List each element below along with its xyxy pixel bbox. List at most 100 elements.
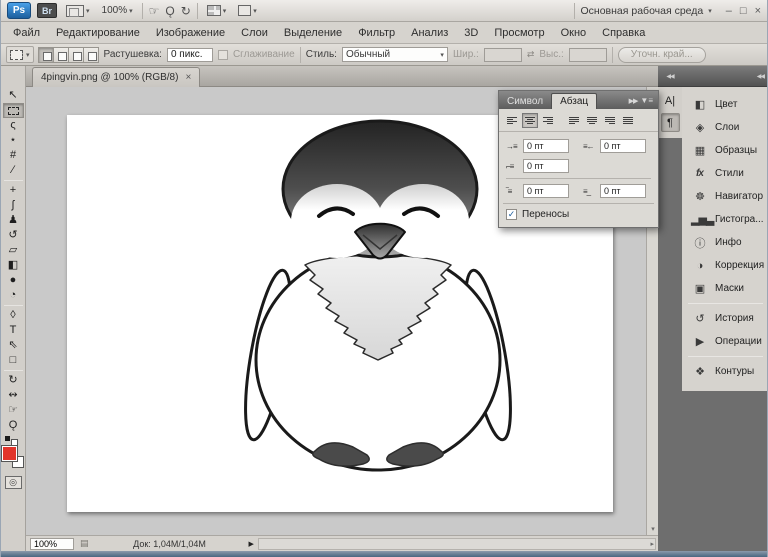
subtract-selection-button[interactable]	[68, 47, 84, 63]
menu-layers[interactable]: Слои	[233, 24, 276, 42]
panel-button-masks[interactable]: ▣ Маски	[682, 277, 768, 300]
width-input[interactable]	[484, 48, 522, 62]
indent-firstline-input[interactable]	[523, 159, 569, 173]
antialias-checkbox[interactable]	[218, 50, 228, 60]
align-right-button[interactable]	[540, 113, 556, 128]
menu-help[interactable]: Справка	[594, 24, 653, 42]
zoom-tool-icon[interactable]: Ǫ	[165, 5, 174, 17]
panel-menu-icon[interactable]: ▼≡	[640, 96, 658, 109]
bridge-button[interactable]: Br	[37, 3, 57, 18]
justify-last-right-button[interactable]	[602, 113, 618, 128]
3d-orbit-tool[interactable]: ↭	[3, 388, 24, 403]
quick-mask-button[interactable]: ◎	[5, 476, 22, 489]
hyphenate-checkbox[interactable]: ✓	[506, 209, 517, 220]
intersect-selection-button[interactable]	[83, 47, 99, 63]
strip-header[interactable]: ◀◀	[658, 66, 682, 87]
menu-select[interactable]: Выделение	[276, 24, 350, 42]
status-flyout-arrow-icon[interactable]: ▶	[249, 540, 254, 548]
space-before-input[interactable]	[523, 184, 569, 198]
clone-stamp-tool[interactable]: ♟	[3, 213, 24, 228]
foreground-color-swatch[interactable]	[2, 446, 17, 461]
document-tab[interactable]: 4pingvin.png @ 100% (RGB/8) ×	[32, 67, 200, 87]
dock-header[interactable]: ◀◀	[682, 66, 768, 87]
3d-rotate-tool[interactable]: ↻	[3, 373, 24, 388]
blur-tool[interactable]: ●	[3, 273, 24, 288]
refine-edge-button[interactable]: Уточн. край...	[618, 47, 706, 63]
paragraph-panel-button[interactable]: ¶	[661, 113, 680, 132]
menu-view[interactable]: Просмотр	[486, 24, 552, 42]
panel-button-actions[interactable]: ▶ Операции	[682, 330, 768, 353]
panel-button-color[interactable]: ◧ Цвет	[682, 93, 768, 116]
hand-tool[interactable]: ☞	[3, 403, 24, 418]
panel-button-styles[interactable]: fx Стили	[682, 162, 768, 185]
type-tool[interactable]: T	[3, 323, 24, 338]
character-panel-button[interactable]: A|	[661, 91, 680, 110]
collapse-panel-icon[interactable]: ▶▶	[629, 97, 641, 109]
panel-button-paths[interactable]: ❖ Контуры	[682, 360, 768, 383]
rotate-view-icon[interactable]: ↻	[181, 5, 191, 17]
indent-left-input[interactable]	[523, 139, 569, 153]
history-brush-tool[interactable]: ↺	[3, 228, 24, 243]
justify-all-button[interactable]	[620, 113, 636, 128]
view-extras-button[interactable]: ▾	[63, 4, 93, 18]
arrange-documents-button[interactable]: ▾	[204, 4, 230, 17]
scroll-right-icon[interactable]: ▸	[650, 540, 654, 548]
add-selection-button[interactable]	[53, 47, 69, 63]
menu-file[interactable]: Файл	[5, 24, 48, 42]
zoom-level-dropdown[interactable]: 100% ▾	[99, 4, 136, 17]
move-tool[interactable]: ↖	[3, 88, 24, 103]
panel-button-info[interactable]: ⓘ Инфо	[682, 231, 768, 254]
screen-mode-button[interactable]: ▾	[235, 4, 260, 17]
crop-tool[interactable]: #	[3, 148, 24, 163]
shape-tool[interactable]: □	[3, 353, 24, 368]
space-after-input[interactable]	[600, 184, 646, 198]
swap-colors-icon[interactable]	[4, 436, 22, 444]
panel-button-swatches[interactable]: ▦ Образцы	[682, 139, 768, 162]
workspace-switcher[interactable]: Основная рабочая среда ▾	[581, 5, 720, 17]
zoom-tool[interactable]: Ǫ	[3, 418, 24, 433]
tool-preset-picker[interactable]: ▾	[6, 46, 34, 63]
panel-button-history[interactable]: ↺ История	[682, 307, 768, 330]
justify-last-left-button[interactable]	[566, 113, 582, 128]
panel-button-histogram[interactable]: ▂▅▃ Гистогра...	[682, 208, 768, 231]
lasso-tool[interactable]: ς	[3, 118, 24, 133]
collapse-panels-icon[interactable]: ◀◀	[757, 73, 764, 80]
tab-character[interactable]: Символ	[499, 94, 551, 109]
path-selection-tool[interactable]: ⇖	[3, 338, 24, 353]
horizontal-scrollbar[interactable]: ▸	[258, 538, 656, 550]
dodge-tool[interactable]: ◔	[3, 288, 24, 303]
height-input[interactable]	[569, 48, 607, 62]
menu-analysis[interactable]: Анализ	[403, 24, 456, 42]
close-button[interactable]: ×	[755, 5, 761, 17]
justify-last-center-button[interactable]	[584, 113, 600, 128]
collapse-panels-icon[interactable]: ◀◀	[666, 73, 673, 80]
tab-paragraph[interactable]: Абзац	[551, 93, 597, 109]
new-selection-button[interactable]	[38, 47, 54, 63]
pen-tool[interactable]: ◊	[3, 308, 24, 323]
paragraph-panel-header[interactable]: Символ Абзац ▶▶ ▼≡	[499, 91, 658, 109]
align-center-button[interactable]	[522, 113, 538, 128]
gradient-tool[interactable]: ◧	[3, 258, 24, 273]
minimize-button[interactable]: –	[726, 5, 732, 17]
status-zoom-input[interactable]	[30, 538, 74, 550]
menu-image[interactable]: Изображение	[148, 24, 233, 42]
eraser-tool[interactable]: ▱	[3, 243, 24, 258]
panel-button-adjustments[interactable]: ◑ Коррекция	[682, 254, 768, 277]
healing-brush-tool[interactable]: +	[3, 183, 24, 198]
maximize-button[interactable]: □	[740, 5, 747, 17]
link-dimensions-icon[interactable]: ⇄	[527, 49, 535, 60]
menu-filter[interactable]: Фильтр	[350, 24, 403, 42]
hand-tool-icon[interactable]: ☞	[149, 5, 160, 17]
brush-tool[interactable]: ʃ	[3, 198, 24, 213]
close-icon[interactable]: ×	[185, 72, 191, 83]
menu-3d[interactable]: 3D	[456, 24, 486, 42]
magic-wand-tool[interactable]: ⋆	[3, 133, 24, 148]
menu-window[interactable]: Окно	[553, 24, 595, 42]
eyedropper-tool[interactable]: ∕	[3, 163, 24, 178]
menu-edit[interactable]: Редактирование	[48, 24, 148, 42]
style-dropdown[interactable]: Обычный ▾	[342, 47, 448, 62]
align-left-button[interactable]	[504, 113, 520, 128]
feather-input[interactable]	[167, 48, 213, 62]
panel-button-layers[interactable]: ◈ Слои	[682, 116, 768, 139]
rectangular-marquee-tool[interactable]	[3, 103, 24, 118]
